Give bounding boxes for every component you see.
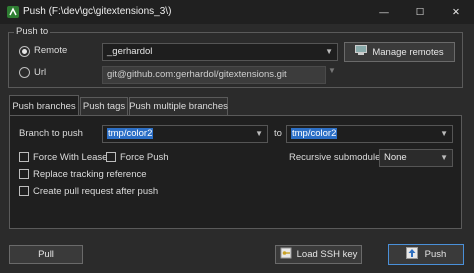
pull-label: Pull: [38, 249, 54, 260]
branch-to-push-select[interactable]: tmp/color2 ▼: [102, 125, 268, 143]
remote-branch-value: tmp/color2: [291, 128, 338, 139]
force-with-lease-label: Force With Lease: [33, 152, 108, 163]
branch-to-push-value: tmp/color2: [107, 128, 154, 139]
url-input-value: git@github.com:gerhardol/gitextensions.g…: [107, 69, 287, 80]
manage-remotes-icon: [355, 45, 368, 59]
recursive-submodules-value: None: [384, 152, 407, 163]
minimize-button[interactable]: —: [366, 0, 402, 24]
remote-select[interactable]: _gerhardol ▼: [102, 43, 338, 61]
manage-remotes-label: Manage remotes: [372, 46, 444, 58]
tab-push-tags[interactable]: Push tags: [80, 97, 128, 115]
to-label: to: [274, 128, 282, 139]
url-chevron-down-icon[interactable]: ▼: [328, 66, 336, 75]
replace-tracking-checkbox[interactable]: [19, 169, 29, 179]
force-push-label: Force Push: [120, 152, 169, 163]
chevron-down-icon: ▼: [440, 129, 448, 138]
close-button[interactable]: ✕: [438, 0, 474, 24]
tab-push-branches[interactable]: Push branches: [9, 95, 79, 116]
tab-push-multiple-branches[interactable]: Push multiple branches: [129, 97, 228, 115]
remote-select-value: _gerhardol: [107, 46, 153, 57]
force-push-checkbox[interactable]: [106, 152, 116, 162]
load-ssh-key-button[interactable]: Load SSH key: [275, 245, 362, 264]
url-radio[interactable]: [19, 67, 30, 78]
remote-label: Remote: [34, 45, 68, 56]
push-arrow-icon: [405, 247, 418, 262]
recursive-submodules-select[interactable]: None ▼: [379, 149, 453, 167]
git-extensions-icon: [6, 5, 20, 19]
window-title: Push (F:\dev\gc\gitextensions_3\): [23, 6, 172, 17]
push-button[interactable]: Push: [388, 244, 464, 265]
force-with-lease-checkbox[interactable]: [19, 152, 29, 162]
push-to-legend: Push to: [14, 26, 51, 37]
chevron-down-icon: ▼: [255, 129, 263, 138]
branch-to-push-label: Branch to push: [19, 128, 83, 139]
pull-button[interactable]: Pull: [9, 245, 83, 264]
replace-tracking-label: Replace tracking reference: [33, 169, 147, 180]
load-ssh-key-label: Load SSH key: [296, 249, 358, 260]
url-input[interactable]: git@github.com:gerhardol/gitextensions.g…: [102, 66, 326, 84]
push-label: Push: [424, 249, 447, 260]
manage-remotes-button[interactable]: Manage remotes: [344, 42, 455, 62]
maximize-button[interactable]: ☐: [402, 0, 438, 24]
key-icon: [280, 247, 292, 262]
url-label: Url: [34, 67, 47, 78]
remote-radio[interactable]: [19, 46, 30, 57]
create-pr-checkbox[interactable]: [19, 186, 29, 196]
chevron-down-icon: ▼: [440, 153, 448, 162]
remote-branch-select[interactable]: tmp/color2 ▼: [286, 125, 453, 143]
chevron-down-icon: ▼: [325, 47, 333, 56]
create-pr-label: Create pull request after push: [33, 186, 159, 197]
recursive-submodules-label: Recursive submodules: [289, 152, 386, 163]
